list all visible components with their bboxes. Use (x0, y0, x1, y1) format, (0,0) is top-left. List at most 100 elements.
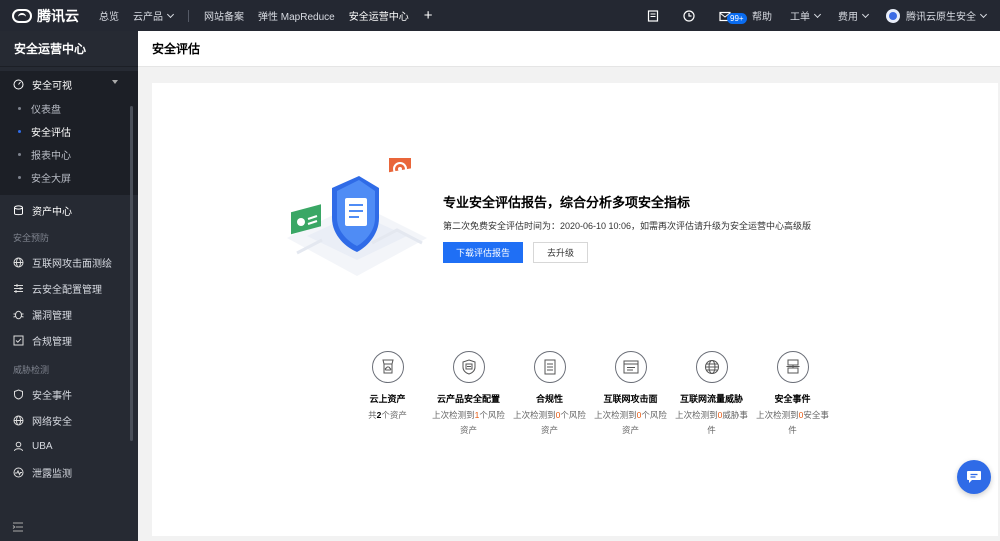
upgrade-button[interactable]: 去升级 (533, 242, 588, 263)
hero-title: 专业安全评估报告，综合分析多项安全指标 (443, 195, 691, 210)
sidebar-item-label: 泄露监测 (32, 468, 72, 480)
browser-window-icon (614, 351, 647, 383)
add-tab-icon[interactable]: + (416, 7, 441, 24)
sidebar-title: 安全运营中心 (0, 31, 138, 67)
feature-name: 合规性 (535, 394, 563, 404)
feature-name: 云产品安全配置 (436, 394, 500, 404)
hero-section: 专业安全评估报告，综合分析多项安全指标 第二次免费安全评估时间为：2020-06… (443, 192, 811, 263)
sidebar-item-config[interactable]: 云安全配置管理 (0, 275, 138, 301)
sidebar: 安全运营中心 安全可视 仪表盘 安全评估 报表中心 安全大屏 资产中心 安全预防… (0, 31, 138, 541)
chat-support-button[interactable] (957, 460, 991, 494)
billing-menu[interactable]: 费用 (829, 8, 877, 23)
bug-icon (12, 308, 24, 320)
network-globe-icon (12, 414, 24, 426)
sliders-icon (12, 282, 24, 294)
cloud-asset-icon (371, 351, 404, 383)
message-icon[interactable]: 99+ (707, 10, 747, 24)
sidebar-group-visual: 安全可视 仪表盘 安全评估 报表中心 安全大屏 (0, 71, 138, 195)
shield-icon (12, 388, 24, 400)
nav-emr[interactable]: 弹性 MapReduce (251, 8, 342, 23)
sidebar-item-label: 安全大屏 (31, 174, 71, 185)
feature-name: 互联网流量威胁 (679, 394, 743, 404)
sidebar-item-attack-surface[interactable]: 互联网攻击面测绘 (0, 249, 138, 275)
feature-compliance: 合规性 上次检测到0个风险资产 (509, 351, 590, 438)
sidebar-item-bigscreen[interactable]: 安全大屏 (0, 166, 138, 189)
document-icon[interactable] (635, 9, 671, 22)
feature-cloud-assets: 云上资产 共2个资产 (347, 351, 428, 438)
feature-list: 云上资产 共2个资产 云产品安全配置 上次检测到1个风险资产 合规性 上次检测到… (347, 351, 833, 438)
feature-name: 安全事件 (774, 394, 811, 404)
chevron-down-icon (861, 10, 870, 18)
feature-desc-pre: 上次检测到 (594, 410, 637, 420)
server-alert-icon (776, 351, 809, 383)
sidebar-item-leak[interactable]: 泄露监测 (0, 459, 138, 485)
assessment-card: 专业安全评估报告，综合分析多项安全指标 第二次免费安全评估时间为：2020-06… (152, 83, 998, 536)
feature-name: 云上资产 (369, 394, 406, 404)
sidebar-scrollbar[interactable] (130, 106, 133, 441)
sidebar-item-label: 漏洞管理 (32, 310, 72, 322)
security-report-illustration (287, 158, 427, 276)
bullet-icon (18, 176, 21, 179)
sidebar-item-dashboard[interactable]: 仪表盘 (0, 97, 138, 120)
config-shield-icon (452, 351, 485, 383)
ticket-label: 工单 (790, 12, 810, 23)
account-menu[interactable]: 腾讯云原生安全 (877, 8, 1000, 23)
feature-desc: 共2个资产 (349, 408, 427, 423)
feature-desc: 上次检测到1个风险资产 (430, 408, 508, 438)
sidebar-item-events[interactable]: 安全事件 (0, 381, 138, 407)
clock-icon[interactable] (671, 9, 707, 22)
bullet-icon (18, 107, 21, 110)
feature-name: 互联网攻击面 (603, 394, 658, 404)
billing-label: 费用 (838, 12, 858, 23)
sidebar-item-label: 合规管理 (32, 336, 72, 348)
sidebar-item-compliance[interactable]: 合规管理 (0, 327, 138, 353)
top-nav: 总览 云产品 网站备案 弹性 MapReduce 安全运营中心 + (92, 0, 440, 31)
sidebar-item-label: 报表中心 (31, 151, 71, 162)
checklist-icon (12, 334, 24, 346)
gauge-icon (12, 78, 24, 90)
nav-products-label: 云产品 (133, 12, 163, 23)
feature-desc-pre: 上次检测到 (432, 410, 475, 420)
sidebar-item-label: 网络安全 (32, 416, 72, 428)
help-link[interactable]: 帮助 (743, 8, 781, 23)
page-title: 安全评估 (138, 31, 1000, 67)
account-name: 腾讯云原生安全 (906, 12, 976, 23)
sidebar-item-label: 互联网攻击面测绘 (32, 258, 112, 270)
feature-desc: 上次检测到0安全事件 (754, 408, 832, 438)
bullet-icon (18, 130, 21, 133)
collapse-menu-icon[interactable] (12, 521, 24, 535)
sidebar-item-security-visual[interactable]: 安全可视 (0, 71, 138, 97)
chat-icon (967, 471, 981, 483)
feature-attack-surface: 互联网攻击面 上次检测到0个风险资产 (590, 351, 671, 438)
sidebar-item-network[interactable]: 网络安全 (0, 407, 138, 433)
brand-logo[interactable]: 腾讯云 (0, 6, 92, 26)
sidebar-item-assessment[interactable]: 安全评估 (0, 120, 138, 143)
nav-csoc[interactable]: 安全运营中心 (342, 8, 416, 23)
database-icon (12, 204, 24, 216)
globe-icon (12, 256, 24, 268)
nav-products[interactable]: 云产品 (126, 8, 180, 23)
caret-down-icon (112, 80, 118, 84)
sidebar-item-vuln[interactable]: 漏洞管理 (0, 301, 138, 327)
feature-desc: 上次检测到0威胁事件 (673, 408, 751, 438)
sidebar-item-label: 仪表盘 (31, 105, 61, 116)
message-badge: 99+ (727, 12, 747, 24)
feature-desc-post: 个资产 (381, 410, 407, 420)
feature-desc: 上次检测到0个风险资产 (511, 408, 589, 438)
ticket-menu[interactable]: 工单 (781, 8, 829, 23)
download-report-button[interactable]: 下载评估报告 (443, 242, 523, 263)
feature-desc-pre: 上次检测到 (756, 410, 799, 420)
sidebar-item-reports[interactable]: 报表中心 (0, 143, 138, 166)
nav-icp[interactable]: 网站备案 (197, 8, 251, 23)
document-list-icon (533, 351, 566, 383)
sidebar-item-uba[interactable]: UBA (0, 433, 138, 459)
sidebar-item-label: 资产中心 (32, 206, 72, 218)
sidebar-item-assets[interactable]: 资产中心 (0, 197, 138, 223)
hero-description: 第二次免费安全评估时间为：2020-06-10 10:06，如需再次评估请升级为… (443, 221, 812, 231)
pulse-icon (12, 466, 24, 478)
globe-icon (695, 351, 728, 383)
avatar (886, 8, 900, 23)
nav-overview[interactable]: 总览 (92, 8, 126, 23)
chevron-down-icon (166, 10, 175, 18)
hero-actions: 下载评估报告 去升级 (443, 242, 811, 263)
